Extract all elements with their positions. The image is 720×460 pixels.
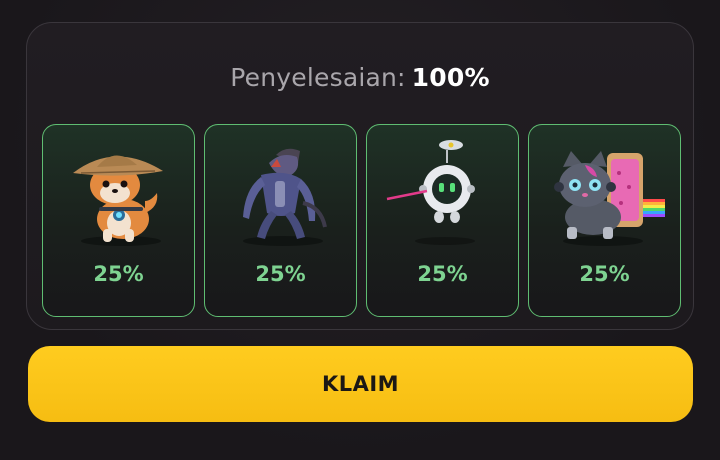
card-percent: 25% [255, 262, 306, 286]
shiba-dog-hat-icon [73, 155, 163, 246]
completion-title: Penyelesaian: 100% [27, 63, 693, 92]
reward-card-drone[interactable]: 25% [366, 124, 519, 317]
robot-cat-icon [554, 151, 665, 246]
robot-monster-icon [243, 148, 327, 246]
flying-robot-drone-icon [386, 140, 475, 245]
completion-label: Penyelesaian: [230, 63, 406, 92]
card-percent: 25% [417, 262, 468, 286]
reward-card-shiba[interactable]: 25% [42, 124, 195, 317]
reward-card-cat[interactable]: 25% [528, 124, 681, 317]
reward-card-monster[interactable]: 25% [204, 124, 357, 317]
reward-screen: Penyelesaian: 100% 25% 25% 25% 25% KLAIM [0, 0, 720, 460]
reward-cards: 25% 25% 25% 25% [42, 124, 681, 317]
completion-value: 100% [411, 63, 490, 92]
reward-panel: Penyelesaian: 100% 25% 25% 25% 25% [26, 22, 694, 330]
claim-button[interactable]: KLAIM [28, 346, 693, 422]
card-percent: 25% [93, 262, 144, 286]
card-percent: 25% [579, 262, 630, 286]
